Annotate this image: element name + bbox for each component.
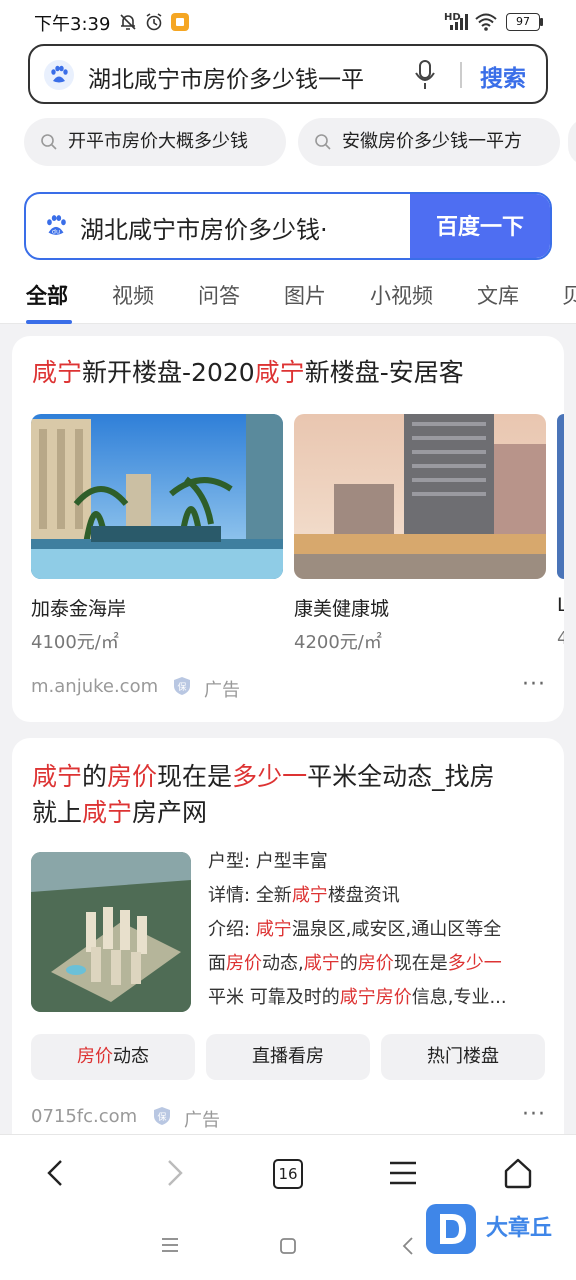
tab-video[interactable]: 视频 <box>112 280 154 310</box>
ad-label: 广告 <box>204 680 240 701</box>
battery-tip <box>540 18 543 26</box>
top-search-box[interactable]: 湖北咸宁市房价多少钱一平 搜索 <box>28 44 548 104</box>
source-domain[interactable]: m.anjuke.com <box>31 676 158 697</box>
result-tabs: 全部 视频 问答 图片 小视频 文库 贝 <box>0 268 576 324</box>
quick-link-live-viewing[interactable]: 直播看房 <box>206 1034 370 1080</box>
result-title-link[interactable]: 咸宁新开楼盘-2020咸宁新楼盘-安居客 <box>32 354 464 392</box>
tab-qa[interactable]: 问答 <box>198 280 240 310</box>
app-notification-icon <box>171 13 189 31</box>
suggestion-chip-overflow[interactable] <box>568 118 576 166</box>
battery-indicator: 97 <box>506 13 540 31</box>
watermark-text: 大章丘 <box>486 1216 553 1241</box>
tab-short-video[interactable]: 小视频 <box>370 280 433 310</box>
info-intro-line2: 面房价动态,咸宁的房价现在是多少一 <box>208 953 502 974</box>
result-card-0715fc: 咸宁的房价现在是多少一平米全动态_找房 就上咸宁房产网 户型: 户型丰富 详情:… <box>12 738 564 1158</box>
search-icon <box>41 134 57 150</box>
wifi-icon <box>475 13 497 31</box>
shield-icon: 保 <box>154 1107 170 1125</box>
status-time: 下午3:39 <box>34 14 111 35</box>
suggestion-chip-2[interactable]: 安徽房价多少钱一平方 <box>298 118 560 166</box>
source-domain[interactable]: 0715fc.com <box>31 1106 137 1127</box>
property-price-1: 4100元/㎡ <box>31 632 119 653</box>
tab-all[interactable]: 全部 <box>26 280 68 310</box>
back-arrow-icon[interactable] <box>44 1159 68 1187</box>
top-search-area: 湖北咸宁市房价多少钱一平 搜索 开平市房价大概多少钱 安徽房价多少钱一平方 <box>0 44 576 180</box>
property-image-1[interactable] <box>31 414 283 579</box>
tab-library[interactable]: 文库 <box>477 280 519 310</box>
svg-text:du: du <box>52 227 60 235</box>
info-type: 户型: 户型丰富 <box>208 851 328 872</box>
result-title-link-line2[interactable]: 就上咸宁房产网 <box>32 794 207 832</box>
tab-more[interactable]: 贝 <box>562 280 576 310</box>
baidu-search-button[interactable]: 百度一下 <box>410 194 550 258</box>
home-icon[interactable] <box>502 1157 534 1189</box>
forward-arrow-icon[interactable] <box>162 1159 186 1187</box>
aerial-photo <box>31 852 191 1012</box>
active-tab-indicator <box>26 320 72 324</box>
property-image-3[interactable] <box>557 414 564 579</box>
search-icon <box>315 134 331 150</box>
info-detail: 详情: 全新咸宁楼盘资讯 <box>208 885 400 906</box>
search-divider <box>460 62 462 88</box>
result-search-query[interactable]: 湖北咸宁市房价多少钱· <box>80 210 328 245</box>
baidu-paw-icon: du <box>47 215 66 235</box>
system-home-icon[interactable] <box>278 1236 298 1256</box>
browser-toolbar: 16 <box>0 1134 576 1210</box>
tab-count-button[interactable]: 16 <box>273 1159 303 1189</box>
building-photo <box>31 414 283 579</box>
system-back-icon[interactable] <box>400 1236 416 1256</box>
info-intro-line3: 平米 可靠及时的咸宁房价信息,专业... <box>208 987 507 1008</box>
suggestion-text: 开平市房价大概多少钱 <box>68 131 248 152</box>
property-price-3: 4 <box>557 628 564 649</box>
result-thumbnail[interactable] <box>31 852 191 1012</box>
info-intro: 介绍: 咸宁温泉区,咸安区,通山区等全 <box>208 919 502 940</box>
tab-images[interactable]: 图片 <box>284 280 326 310</box>
status-bar: 下午3:39 HD 97 <box>0 0 576 44</box>
top-search-query[interactable]: 湖北咸宁市房价多少钱一平 <box>88 60 378 94</box>
result-title-link[interactable]: 咸宁的房价现在是多少一平米全动态_找房 <box>32 758 495 796</box>
property-name-2[interactable]: 康美健康城 <box>294 594 389 621</box>
svg-text:保: 保 <box>177 681 186 693</box>
building-photo <box>294 414 546 579</box>
watermark-logo <box>426 1204 476 1254</box>
watermark-d-icon <box>440 1214 466 1244</box>
tab-count: 16 <box>278 1165 298 1183</box>
svg-text:保: 保 <box>157 1111 166 1123</box>
alarm-icon <box>146 13 162 31</box>
quick-link-price-trend[interactable]: 房价动态 <box>31 1034 195 1080</box>
menu-icon[interactable] <box>388 1159 418 1187</box>
ad-label: 广告 <box>184 1110 220 1131</box>
property-name-3[interactable]: L <box>557 594 564 616</box>
result-search-box[interactable]: du 湖北咸宁市房价多少钱· 百度一下 <box>24 192 552 260</box>
microphone-icon[interactable] <box>414 59 436 91</box>
suggestion-text: 安徽房价多少钱一平方 <box>342 131 522 152</box>
recent-apps-icon[interactable] <box>160 1236 180 1254</box>
baidu-paw-icon <box>44 60 74 90</box>
search-button[interactable]: 搜索 <box>480 59 526 93</box>
battery-level: 97 <box>516 15 530 28</box>
bell-off-icon <box>120 14 136 30</box>
suggestion-chip-1[interactable]: 开平市房价大概多少钱 <box>24 118 286 166</box>
property-price-2: 4200元/㎡ <box>294 632 382 653</box>
system-navigation-bar: 大章丘 <box>0 1204 576 1280</box>
more-options-icon[interactable]: ··· <box>522 1102 546 1127</box>
more-options-icon[interactable]: ··· <box>522 672 546 697</box>
signal-icon <box>450 14 468 30</box>
quick-link-hot-properties[interactable]: 热门楼盘 <box>381 1034 545 1080</box>
property-name-1[interactable]: 加泰金海岸 <box>31 594 126 621</box>
result-card-anjuke: 咸宁新开楼盘-2020咸宁新楼盘-安居客 加泰金海岸 4100元/㎡ 康美健康城… <box>12 336 564 722</box>
property-image-2[interactable] <box>294 414 546 579</box>
shield-icon: 保 <box>174 677 190 695</box>
